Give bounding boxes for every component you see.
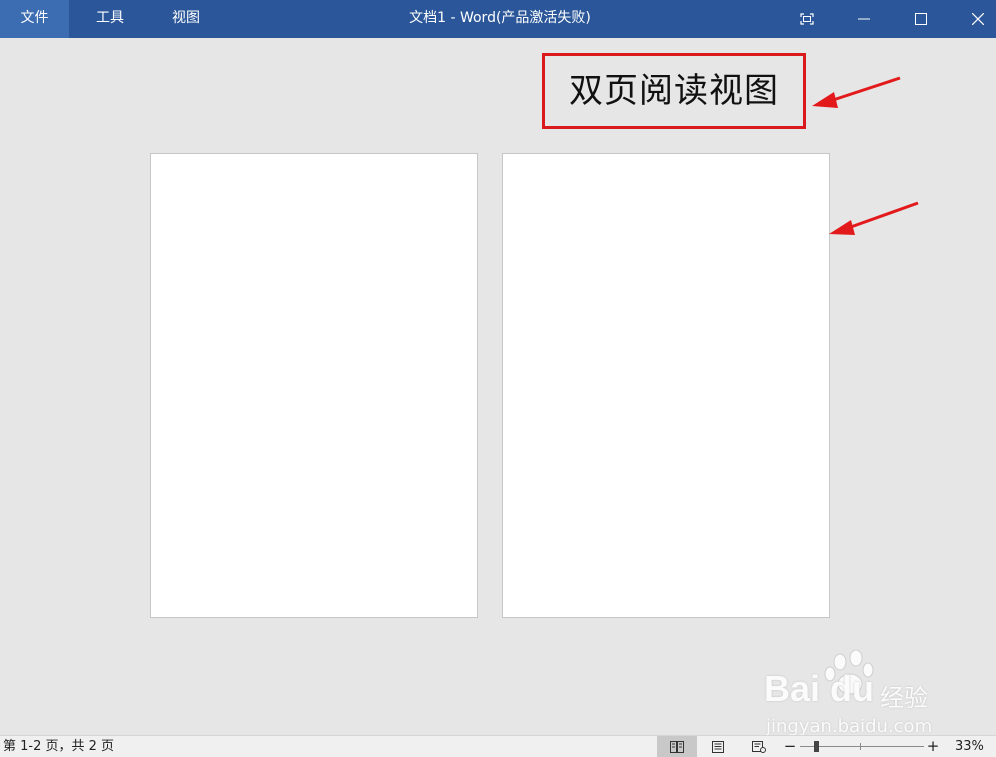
baidu-watermark: Bai du 经验 jingyan.baidu.com	[760, 649, 950, 740]
document-workspace: 双页阅读视图 Bai du 经验 jingyan.baidu.com	[0, 38, 996, 737]
watermark-url: jingyan.baidu.com	[766, 716, 933, 737]
menu-tools[interactable]: 工具	[78, 0, 142, 38]
status-bar: 第 1-2 页，共 2 页 − + 33%	[0, 735, 996, 757]
window-title: 文档1 - Word(产品激活失败)	[409, 10, 591, 26]
menu-view[interactable]: 视图	[154, 0, 218, 38]
zoom-in-button[interactable]: +	[926, 736, 940, 757]
zoom-slider-midmark	[860, 743, 861, 750]
zoom-level[interactable]: 33%	[955, 736, 984, 757]
minimize-icon	[858, 18, 870, 20]
book-icon	[670, 740, 684, 753]
print-layout-button[interactable]	[698, 736, 738, 757]
fullscreen-button[interactable]	[784, 0, 830, 38]
watermark-brand: Bai du	[764, 668, 875, 709]
web-layout-button[interactable]	[739, 736, 779, 757]
annotation-arrow-icon	[812, 76, 919, 235]
read-mode-button[interactable]	[657, 736, 697, 757]
zoom-out-button[interactable]: −	[783, 736, 797, 757]
watermark-brand-cn: 经验	[880, 684, 928, 712]
minimize-button[interactable]	[841, 0, 887, 38]
page-count: 第 1-2 页，共 2 页	[3, 739, 115, 754]
close-button[interactable]	[955, 0, 996, 38]
maximize-button[interactable]	[898, 0, 944, 38]
web-layout-icon	[752, 740, 766, 753]
zoom-slider-thumb[interactable]	[814, 741, 819, 752]
maximize-icon	[915, 13, 927, 25]
title-bar: 文件 工具 视图 文档1 - Word(产品激活失败)	[0, 0, 996, 38]
close-icon	[972, 13, 984, 25]
page-icon	[712, 740, 724, 753]
menu-file[interactable]: 文件	[0, 0, 69, 38]
fullscreen-icon	[800, 13, 814, 25]
